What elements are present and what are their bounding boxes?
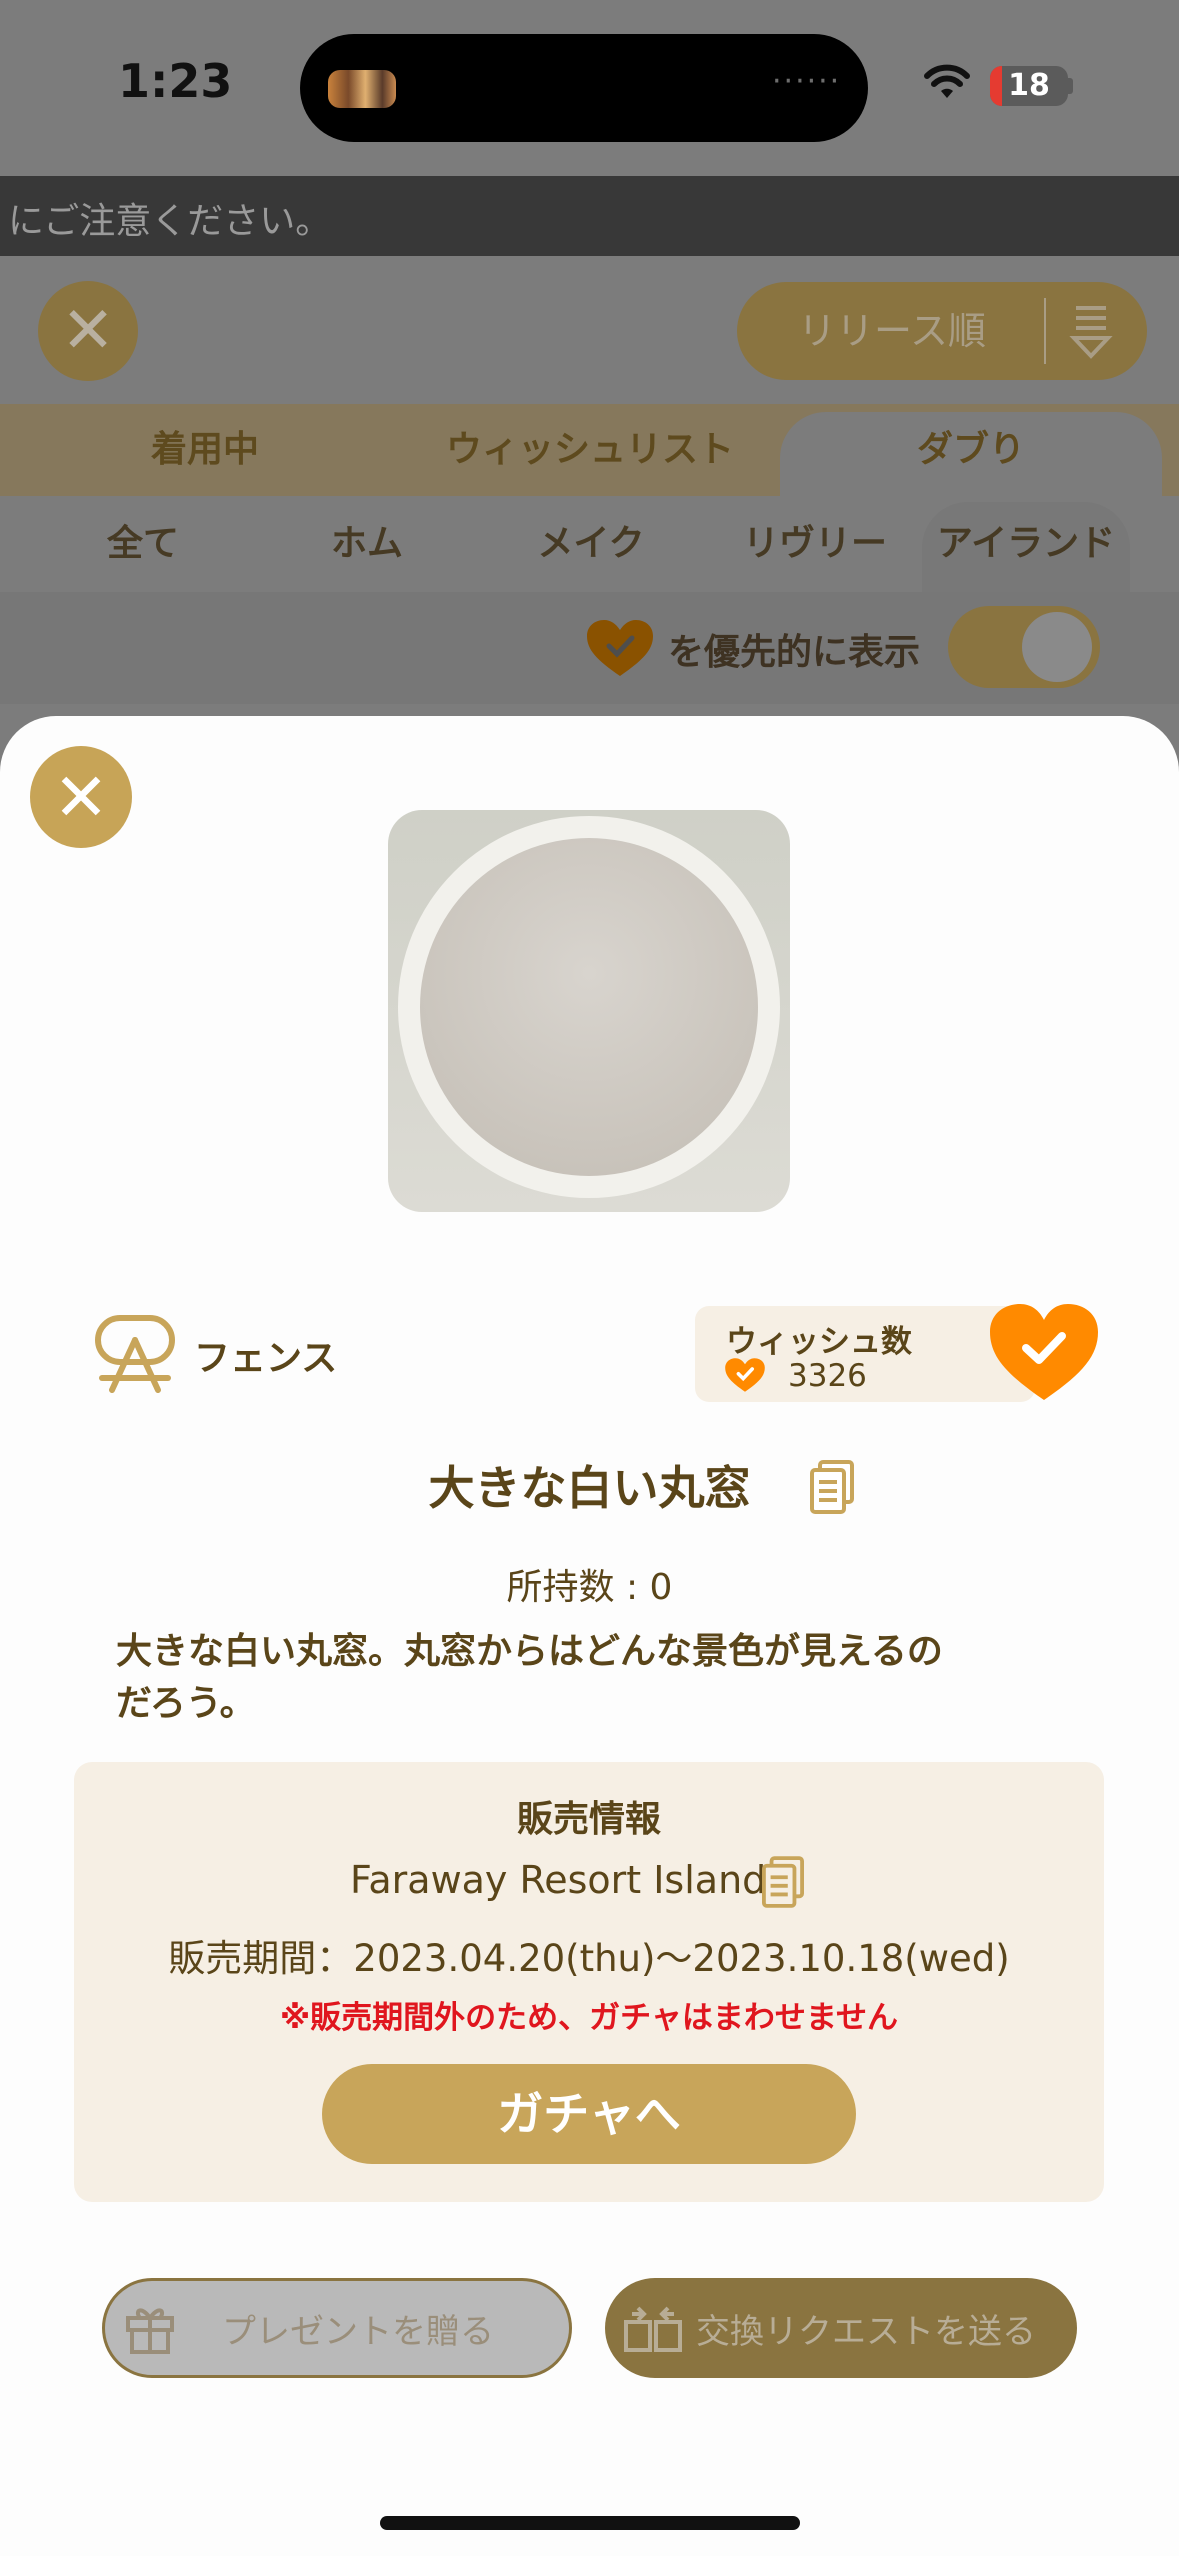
heart-check-icon: [725, 1358, 765, 1392]
home-indicator[interactable]: [380, 2516, 800, 2530]
tab-duplicates[interactable]: ダブり: [780, 404, 1162, 496]
sales-name: Faraway Resort Island: [350, 1858, 767, 1902]
island-dots: ······: [772, 64, 842, 99]
trade-icon: [624, 2306, 682, 2352]
notice-text: にご注意ください。: [8, 201, 332, 242]
status-time: 1:23: [118, 54, 233, 108]
heart-check-icon: [587, 620, 653, 676]
gift-icon: [126, 2308, 174, 2354]
item-title-text: 大きな白い丸窓: [428, 1461, 751, 1515]
priority-toggle-knob: [1022, 612, 1092, 682]
sales-warning: ※販売期間外のため、ガチャはまわせません: [280, 2000, 898, 2036]
subtab-all[interactable]: 全て: [38, 496, 248, 592]
copy-icon[interactable]: [810, 1460, 854, 1514]
battery-tip: [1068, 78, 1073, 94]
subtab-livly[interactable]: リヴリー: [710, 496, 920, 592]
wifi-icon: [924, 64, 970, 98]
wish-count-value: 3326: [788, 1358, 867, 1394]
subtab-hom[interactable]: ホム: [262, 496, 472, 592]
sales-heading: 販売情報: [516, 1799, 661, 1840]
close-icon: ✕: [61, 294, 115, 368]
sort-separator: [1044, 298, 1046, 364]
battery-percent: 18: [1008, 68, 1050, 103]
category-label: フェンス: [194, 1338, 338, 1379]
sort-icon[interactable]: [1066, 300, 1116, 362]
item-title: 大きな白い丸窓: [0, 1452, 1179, 1518]
sales-period: 販売期間：2023.04.20(thu)〜2023.10.18(wed): [168, 1937, 1010, 1980]
gacha-button-label: ガチャへ: [497, 2087, 681, 2141]
subtab-make[interactable]: メイク: [486, 496, 696, 592]
priority-label: を優先的に表示: [668, 632, 921, 673]
wish-heart-button[interactable]: [986, 1300, 1102, 1404]
wish-count-label: ウィッシュ数: [726, 1324, 912, 1360]
list-close-button[interactable]: ✕: [38, 281, 138, 381]
item-description: 大きな白い丸窓。丸窓からはどんな景色が見えるの だろう。: [116, 1626, 1016, 1730]
close-icon: ✕: [53, 760, 109, 834]
description-line: だろう。: [116, 1683, 256, 1724]
fence-icon: [95, 1315, 175, 1393]
description-line: 大きな白い丸窓。丸窓からはどんな景色が見えるの: [116, 1631, 943, 1672]
tab-wishlist[interactable]: ウィッシュリスト: [410, 404, 770, 496]
trade-request-button-label: 交換リクエストを送る: [696, 2312, 1036, 2352]
item-image-window: [420, 838, 758, 1176]
tab-wearing[interactable]: 着用中: [0, 404, 410, 496]
sort-label: リリース順: [797, 309, 987, 353]
copy-icon[interactable]: [762, 1856, 804, 1908]
owned-count: 所持数 : 0: [506, 1567, 673, 1608]
now-playing-thumbnail: [328, 70, 396, 108]
subtab-island[interactable]: アイランド: [922, 496, 1130, 592]
close-button[interactable]: ✕: [30, 746, 132, 848]
present-button-label: プレゼントを贈る: [222, 2312, 494, 2352]
